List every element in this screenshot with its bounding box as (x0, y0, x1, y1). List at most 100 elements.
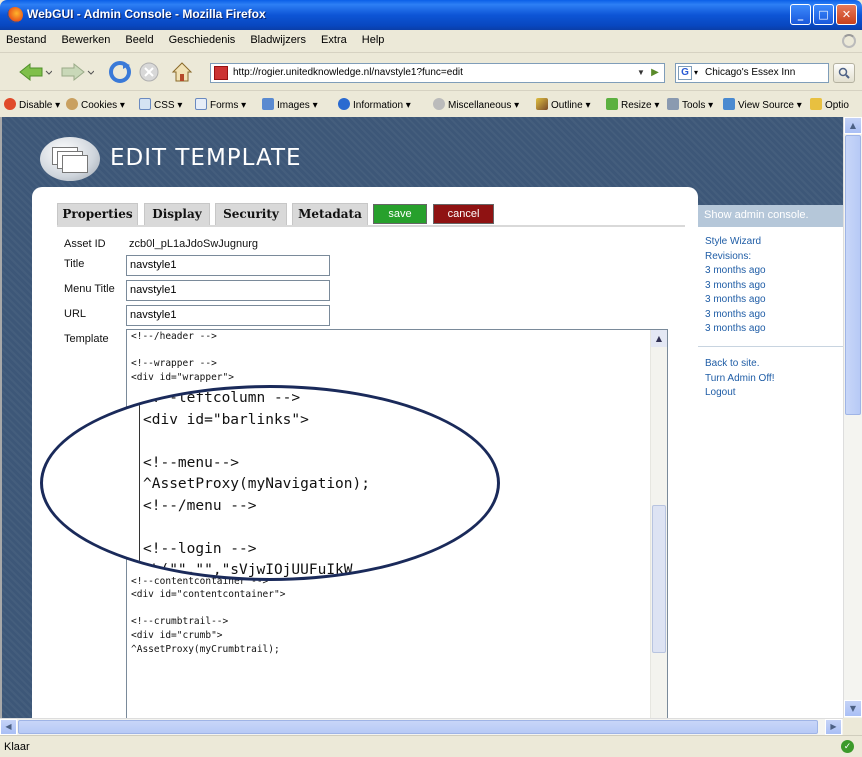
save-button[interactable]: save (373, 204, 427, 224)
page-scroll-down-icon[interactable]: ▼ (844, 700, 862, 717)
back-to-site-link[interactable]: Back to site. (705, 357, 774, 372)
reload-icon[interactable] (108, 60, 132, 84)
url-label: URL (64, 308, 87, 320)
menu-extra[interactable]: Extra (315, 30, 353, 52)
firefox-icon (7, 7, 23, 23)
menu-title-field[interactable]: navstyle1 (126, 280, 330, 301)
tools-icon (667, 98, 679, 110)
dev-view-source[interactable]: View Source ▾ (723, 98, 802, 112)
view-source-icon (723, 98, 735, 110)
close-button[interactable]: ✕ (836, 4, 857, 25)
edit-template-logo (40, 137, 100, 181)
dev-information[interactable]: Information ▾ (338, 98, 411, 112)
search-button[interactable] (833, 63, 855, 83)
search-engine-dropdown-icon[interactable]: ▾ (694, 64, 698, 82)
template-line: <div id="crumb"> (131, 630, 223, 642)
google-icon[interactable]: G (678, 66, 692, 80)
template-label: Template (64, 333, 109, 345)
title-label: Title (64, 258, 85, 270)
minimize-button[interactable]: _ (790, 4, 811, 25)
page-scroll-thumb[interactable] (845, 135, 861, 415)
magnified-line: <!--menu--> (143, 454, 240, 471)
dev-images[interactable]: Images ▾ (262, 98, 318, 112)
tab-security[interactable]: Security (215, 203, 287, 225)
revision-link[interactable]: 3 months ago (705, 322, 766, 337)
dev-outline[interactable]: Outline ▾ (536, 98, 591, 112)
tab-display[interactable]: Display (144, 203, 210, 225)
menu-bestand[interactable]: Bestand (0, 30, 52, 52)
url-bar[interactable]: http://rogier.unitedknowledge.nl/navstyl… (210, 63, 665, 83)
web-developer-toolbar: Disable ▾ Cookies ▾ CSS ▾ Forms ▾ Images… (0, 90, 862, 117)
stop-icon[interactable] (138, 61, 160, 83)
page-hscroll-thumb[interactable] (18, 720, 818, 734)
scroll-up-icon[interactable]: ▲ (651, 330, 667, 347)
magnifier-icon (838, 67, 850, 79)
disable-icon (4, 98, 16, 110)
magnified-line (143, 517, 370, 539)
template-line: <div id="contentcontainer"> (131, 589, 286, 601)
template-line: <div id="wrapper"> (131, 371, 234, 383)
revision-link[interactable]: 3 months ago (705, 279, 766, 294)
dev-disable[interactable]: Disable ▾ (4, 98, 60, 112)
page-scroll-up-icon[interactable]: ▲ (844, 117, 862, 134)
magnified-code: <!--leftcolumn --> <div id="barlinks"> <!… (143, 388, 370, 578)
template-scrollbar[interactable]: ▲ (650, 330, 667, 718)
page-horizontal-scrollbar[interactable]: ◀ ▶ (0, 718, 843, 735)
menu-geschiedenis[interactable]: Geschiedenis (163, 30, 242, 52)
magnified-line: <div id="barlinks"> (143, 411, 309, 428)
page-scroll-right-icon[interactable]: ▶ (825, 719, 842, 735)
template-line: ^AssetProxy(myCrumbtrail); (131, 643, 280, 655)
home-icon[interactable] (170, 60, 194, 84)
url-dropdown-icon[interactable]: ▼ (636, 64, 646, 82)
turn-admin-off-link[interactable]: Turn Admin Off! (705, 372, 774, 387)
template-line (131, 344, 285, 358)
page-scroll-left-icon[interactable]: ◀ (0, 719, 17, 735)
status-ok-icon: ✓ (841, 740, 854, 753)
dev-miscellaneous[interactable]: Miscellaneous ▾ (433, 98, 519, 112)
magnified-line: <!--login --> (143, 540, 257, 557)
revision-link[interactable]: 3 months ago (705, 308, 766, 323)
url-field[interactable]: navstyle1 (126, 305, 330, 326)
dev-forms[interactable]: Forms ▾ (195, 98, 246, 112)
menu-bewerken[interactable]: Bewerken (55, 30, 116, 52)
status-text: Klaar (4, 741, 30, 753)
search-input[interactable]: Chicago's Essex Inn (705, 64, 795, 82)
revision-link[interactable]: 3 months ago (705, 264, 766, 279)
template-scroll-thumb[interactable] (652, 505, 666, 653)
images-icon (262, 98, 274, 110)
dev-cookies[interactable]: Cookies ▾ (66, 98, 125, 112)
tab-metadata[interactable]: Metadata (292, 203, 368, 225)
magnified-line: <!--leftcolumn --> (143, 390, 301, 406)
show-admin-console-link[interactable]: Show admin console. (698, 205, 843, 227)
asset-id-label: Asset ID (64, 238, 106, 250)
dev-css[interactable]: CSS ▾ (139, 98, 182, 112)
tab-properties[interactable]: Properties (57, 203, 138, 225)
maximize-button[interactable]: □ (813, 4, 834, 25)
dev-resize[interactable]: Resize ▾ (606, 98, 659, 112)
dev-tools[interactable]: Tools ▾ (667, 98, 713, 112)
menu-help[interactable]: Help (356, 30, 391, 52)
menu-bar: Bestand Bewerken Beeld Geschiedenis Blad… (0, 30, 862, 52)
forward-button[interactable] (60, 62, 94, 82)
back-button[interactable] (18, 62, 52, 82)
page-viewport: EDIT TEMPLATE Properties Display Securit… (0, 117, 843, 718)
dev-options[interactable]: Optio (810, 98, 849, 112)
revision-link[interactable]: 3 months ago (705, 293, 766, 308)
site-favicon (214, 66, 228, 80)
style-wizard-link[interactable]: Style Wizard (705, 235, 766, 250)
go-icon[interactable]: ▶ (648, 64, 662, 82)
menu-bladwijzers[interactable]: Bladwijzers (244, 30, 312, 52)
cancel-button[interactable]: cancel (433, 204, 494, 224)
title-field[interactable]: navstyle1 (126, 255, 330, 276)
search-bar[interactable]: G ▾ Chicago's Essex Inn (675, 63, 829, 83)
cookie-icon (66, 98, 78, 110)
admin-sidebar: Show admin console. Style Wizard Revisio… (698, 205, 843, 718)
misc-icon (433, 98, 445, 110)
page-vertical-scrollbar[interactable]: ▲ ▼ (843, 117, 862, 718)
template-line: <!--wrapper --> (131, 358, 217, 370)
menu-beeld[interactable]: Beeld (119, 30, 159, 52)
window-title: WebGUI - Admin Console - Mozilla Firefox (27, 7, 266, 21)
magnified-line: ^AssetProxy(myNavigation); (143, 476, 370, 492)
logout-link[interactable]: Logout (705, 386, 774, 401)
info-icon (338, 98, 350, 110)
